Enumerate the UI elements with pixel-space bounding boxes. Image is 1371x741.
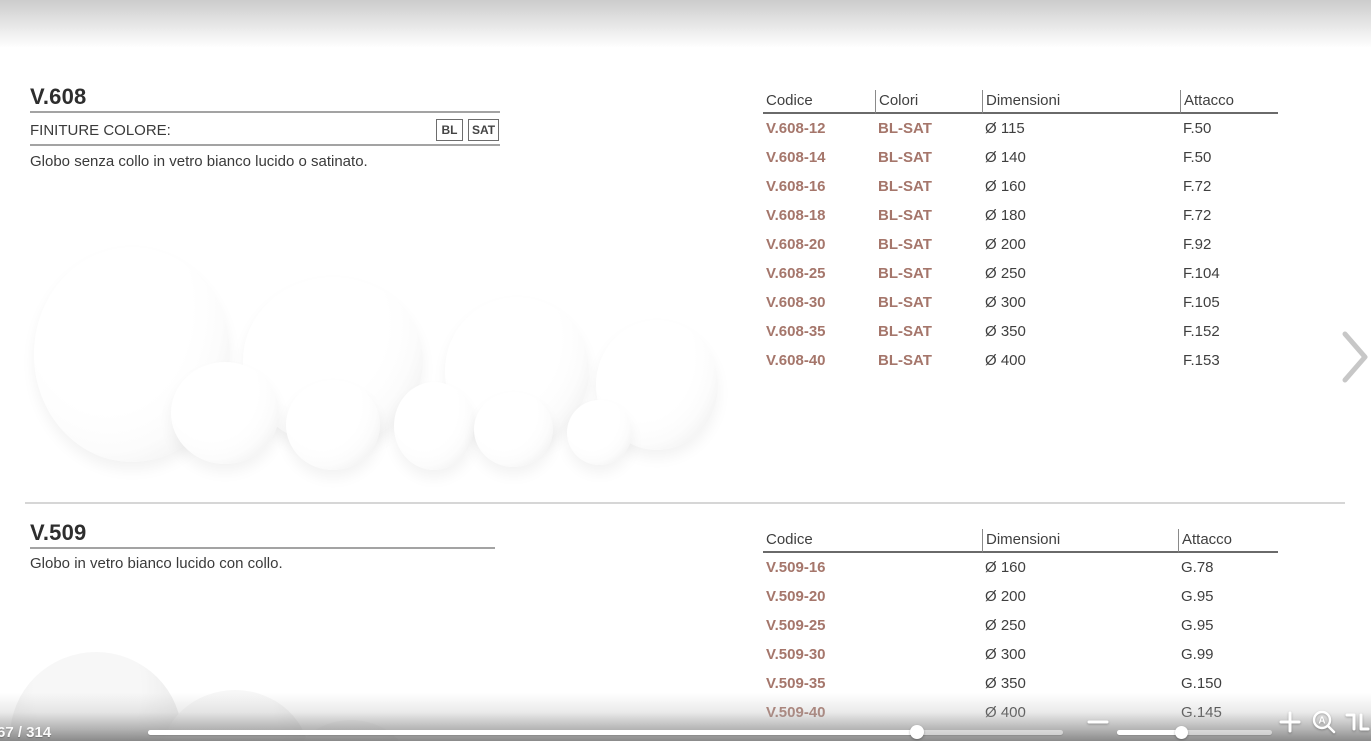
pdf-viewer: V.608 FINITURE COLORE: BL SAT Globo senz… <box>0 0 1371 741</box>
table-cell: F.153 <box>1180 346 1278 375</box>
bottom-toolbar: 67 / 314 A <box>0 707 1371 741</box>
table-cell: Ø 250 <box>982 259 1180 288</box>
product-code-cell: V.509-20 <box>763 582 982 611</box>
table-cell: Ø 300 <box>982 640 1178 669</box>
table-header-cell: Colori <box>875 90 982 114</box>
table-header-cell: Dimensioni <box>982 90 1180 114</box>
product-code-cell: V.608-30 <box>763 288 875 317</box>
table-header-cell: Codice <box>763 90 875 114</box>
table-cell: Ø 160 <box>982 553 1178 582</box>
product-code-cell: V.608-40 <box>763 346 875 375</box>
table-cell: Ø 250 <box>982 611 1178 640</box>
table-cell: BL-SAT <box>875 317 982 346</box>
table-cell: G.95 <box>1178 582 1278 611</box>
table-cell: Ø 350 <box>982 317 1180 346</box>
finiture-label: FINITURE COLORE: <box>30 122 171 139</box>
svg-text:A: A <box>1318 716 1325 727</box>
section-description-v509: Globo in vetro bianco lucido con collo. <box>30 555 283 572</box>
top-toolbar-fade <box>0 0 1371 48</box>
product-code-cell: V.509-30 <box>763 640 982 669</box>
table-cell: BL-SAT <box>875 288 982 317</box>
table-cell: Ø 115 <box>982 114 1180 143</box>
table-cell: F.50 <box>1180 114 1278 143</box>
section-title-v509: V.509 <box>30 520 86 546</box>
table-cell: Ø 200 <box>982 582 1178 611</box>
table-cell: BL-SAT <box>875 346 982 375</box>
table-cell: BL-SAT <box>875 172 982 201</box>
product-code-cell: V.608-25 <box>763 259 875 288</box>
table-cell: Ø 300 <box>982 288 1180 317</box>
globe-sphere <box>394 382 474 470</box>
page-indicator: 67 / 314 <box>0 724 51 741</box>
page-scrubber[interactable] <box>148 730 1063 735</box>
product-code-cell: V.608-35 <box>763 317 875 346</box>
product-code-cell: V.608-14 <box>763 143 875 172</box>
table-header-cell: Attacco <box>1178 529 1278 553</box>
section-divider <box>25 502 1345 504</box>
table-cell: G.99 <box>1178 640 1278 669</box>
globe-sphere <box>474 392 553 467</box>
badge-sat: SAT <box>468 119 499 141</box>
table-cell: F.72 <box>1180 201 1278 230</box>
globe-sphere <box>567 400 632 465</box>
zoom-slider[interactable] <box>1117 730 1272 735</box>
product-code-cell: V.509-25 <box>763 611 982 640</box>
finiture-rule <box>30 144 500 146</box>
table-cell: BL-SAT <box>875 114 982 143</box>
chevron-right-icon[interactable] <box>1338 328 1371 386</box>
table-header-cell: Attacco <box>1180 90 1278 114</box>
zoom-slider-fill <box>1117 730 1181 735</box>
table-cell: BL-SAT <box>875 143 982 172</box>
table-header-cell: Dimensioni <box>982 529 1178 553</box>
magnifier-a-icon[interactable]: A <box>1311 709 1337 740</box>
table-header-cell: Codice <box>763 529 982 553</box>
table-v608: CodiceColoriDimensioniAttaccoV.608-12BL-… <box>763 90 1278 375</box>
page-scrubber-fill <box>148 730 917 735</box>
section-description-v608: Globo senza collo in vetro bianco lucido… <box>30 153 368 170</box>
product-code-cell: V.608-12 <box>763 114 875 143</box>
product-code-cell: V.608-16 <box>763 172 875 201</box>
table-cell: F.72 <box>1180 172 1278 201</box>
product-code-cell: V.608-20 <box>763 230 875 259</box>
product-code-cell: V.608-18 <box>763 201 875 230</box>
globe-sphere <box>171 362 279 464</box>
table-cell: Ø 400 <box>982 346 1180 375</box>
zoom-slider-handle[interactable] <box>1175 726 1188 739</box>
table-cell: Ø 200 <box>982 230 1180 259</box>
table-cell: F.152 <box>1180 317 1278 346</box>
table-cell: G.95 <box>1178 611 1278 640</box>
table-cell: BL-SAT <box>875 230 982 259</box>
table-cell: Ø 180 <box>982 201 1180 230</box>
table-cell: F.92 <box>1180 230 1278 259</box>
globe-sphere <box>286 380 380 470</box>
title-rule <box>30 547 495 549</box>
table-cell: G.78 <box>1178 553 1278 582</box>
table-cell: Ø 140 <box>982 143 1180 172</box>
page-scrubber-handle[interactable] <box>910 725 924 739</box>
badge-bl: BL <box>436 119 463 141</box>
product-code-cell: V.509-16 <box>763 553 982 582</box>
plus-icon[interactable] <box>1278 710 1302 739</box>
table-cell: F.104 <box>1180 259 1278 288</box>
table-cell: F.50 <box>1180 143 1278 172</box>
minus-icon[interactable] <box>1086 712 1110 737</box>
table-cell: BL-SAT <box>875 259 982 288</box>
section-title-v608: V.608 <box>30 84 86 110</box>
table-cell: F.105 <box>1180 288 1278 317</box>
table-cell: BL-SAT <box>875 201 982 230</box>
table-cell: Ø 160 <box>982 172 1180 201</box>
fit-screen-icon[interactable] <box>1344 709 1370 740</box>
title-rule <box>30 111 500 113</box>
